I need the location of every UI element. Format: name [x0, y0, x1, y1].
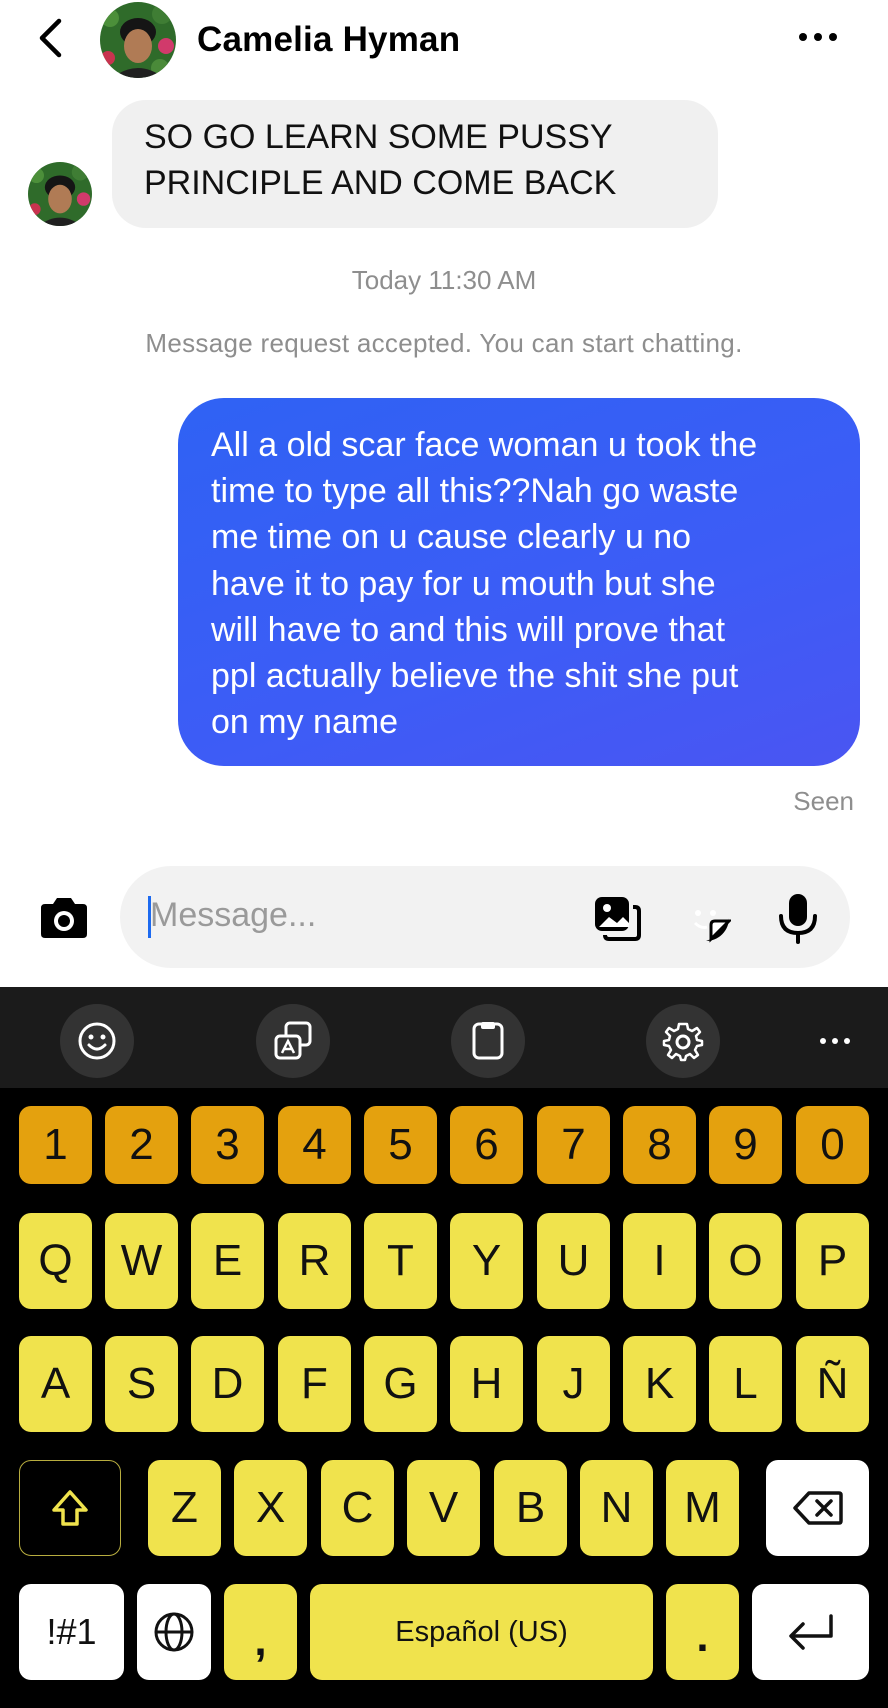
sender-avatar[interactable] — [28, 162, 92, 226]
message-line: me time on u cause clearly u no — [211, 518, 692, 557]
period-key[interactable]: . — [666, 1584, 739, 1680]
key-n-tilde[interactable]: Ñ — [796, 1336, 869, 1432]
key-p[interactable]: P — [796, 1213, 869, 1309]
key-8[interactable]: 8 — [623, 1106, 696, 1184]
enter-key[interactable] — [752, 1584, 869, 1680]
translate-button[interactable] — [256, 1004, 330, 1078]
key-a[interactable]: A — [19, 1336, 92, 1432]
keyboard-toolbar — [0, 987, 888, 1088]
gallery-button[interactable] — [590, 892, 642, 944]
key-o[interactable]: O — [709, 1213, 782, 1309]
key-t[interactable]: T — [364, 1213, 437, 1309]
message-line: have it to pay for u mouth but she — [211, 564, 716, 603]
contact-avatar[interactable] — [100, 2, 176, 78]
message-line: PRINCIPLE AND COME BACK — [144, 164, 617, 202]
backspace-icon — [792, 1491, 843, 1525]
key-i[interactable]: I — [623, 1213, 696, 1309]
more-horizontal-icon — [799, 33, 807, 41]
key-3[interactable]: 3 — [191, 1106, 264, 1184]
key-9[interactable]: 9 — [709, 1106, 782, 1184]
camera-button[interactable] — [36, 890, 92, 946]
message-line: on my name — [211, 703, 399, 742]
key-0[interactable]: 0 — [796, 1106, 869, 1184]
sticker-button[interactable] — [680, 892, 732, 944]
key-1[interactable]: 1 — [19, 1106, 92, 1184]
chevron-left-icon — [39, 18, 62, 58]
key-c[interactable]: C — [321, 1460, 394, 1556]
key-v[interactable]: V — [407, 1460, 480, 1556]
key-5[interactable]: 5 — [364, 1106, 437, 1184]
message-line: will have to and this will prove that — [211, 610, 726, 649]
key-y[interactable]: Y — [450, 1213, 523, 1309]
key-z[interactable]: Z — [148, 1460, 221, 1556]
message-line: time to type all this??Nah go waste — [211, 472, 739, 511]
gallery-icon — [595, 897, 641, 941]
clipboard-icon — [472, 1022, 504, 1060]
back-button[interactable] — [28, 14, 72, 62]
incoming-message-bubble[interactable]: SO GO LEARN SOME PUSSY PRINCIPLE AND COM… — [112, 100, 718, 228]
key-s[interactable]: S — [105, 1336, 178, 1432]
shift-key[interactable] — [19, 1460, 121, 1556]
key-4[interactable]: 4 — [278, 1106, 351, 1184]
key-n[interactable]: N — [580, 1460, 653, 1556]
key-w[interactable]: W — [105, 1213, 178, 1309]
seen-status: Seen — [793, 786, 854, 816]
key-2[interactable]: 2 — [105, 1106, 178, 1184]
key-7[interactable]: 7 — [537, 1106, 610, 1184]
sticker-icon — [683, 895, 731, 943]
emoji-button[interactable] — [60, 1004, 134, 1078]
globe-icon — [154, 1612, 194, 1652]
comma-key[interactable]: , — [224, 1584, 297, 1680]
outgoing-message-bubble[interactable]: All a old scar face woman u took the tim… — [178, 398, 860, 766]
symbols-key[interactable]: !#1 — [19, 1584, 124, 1680]
settings-icon — [662, 1022, 704, 1062]
message-timestamp: Today 11:30 AM — [351, 265, 537, 295]
key-x[interactable]: X — [234, 1460, 307, 1556]
message-line: All a old scar face woman u took the — [211, 426, 758, 464]
key-r[interactable]: R — [278, 1213, 351, 1309]
message-line: ppl actually believe the shit she put — [211, 657, 739, 696]
key-6[interactable]: 6 — [450, 1106, 523, 1184]
key-f[interactable]: F — [278, 1336, 351, 1432]
keyboard: 1 2 3 4 5 6 7 8 9 0 Q W E R T Y U I O P … — [0, 987, 888, 1708]
voice-button[interactable] — [772, 892, 824, 944]
key-m[interactable]: M — [666, 1460, 739, 1556]
more-options-button[interactable] — [788, 22, 848, 52]
key-e[interactable]: E — [191, 1213, 264, 1309]
translate-icon — [274, 1021, 312, 1060]
key-q[interactable]: Q — [19, 1213, 92, 1309]
message-composer[interactable]: Message... — [120, 866, 850, 968]
emoji-icon — [78, 1022, 116, 1060]
key-l[interactable]: L — [709, 1336, 782, 1432]
more-icon — [820, 1038, 826, 1044]
shift-icon — [52, 1490, 88, 1526]
contact-name[interactable]: Camelia Hyman — [197, 20, 460, 60]
key-b[interactable]: B — [494, 1460, 567, 1556]
key-h[interactable]: H — [450, 1336, 523, 1432]
message-input[interactable]: Message... — [150, 896, 316, 935]
message-line: SO GO LEARN SOME PUSSY — [144, 118, 613, 156]
key-d[interactable]: D — [191, 1336, 264, 1432]
toolbar-more-button[interactable] — [798, 1004, 872, 1078]
language-key[interactable] — [137, 1584, 211, 1680]
settings-button[interactable] — [646, 1004, 720, 1078]
key-k[interactable]: K — [623, 1336, 696, 1432]
backspace-key[interactable] — [766, 1460, 869, 1556]
camera-icon — [41, 898, 87, 938]
key-u[interactable]: U — [537, 1213, 610, 1309]
enter-icon — [788, 1614, 833, 1650]
chat-header: Camelia Hyman — [0, 0, 888, 82]
system-message: Message request accepted. You can start … — [145, 328, 743, 358]
microphone-icon — [779, 894, 817, 944]
key-g[interactable]: G — [364, 1336, 437, 1432]
key-j[interactable]: J — [537, 1336, 610, 1432]
space-key[interactable]: Español (US) — [310, 1584, 653, 1680]
clipboard-button[interactable] — [451, 1004, 525, 1078]
